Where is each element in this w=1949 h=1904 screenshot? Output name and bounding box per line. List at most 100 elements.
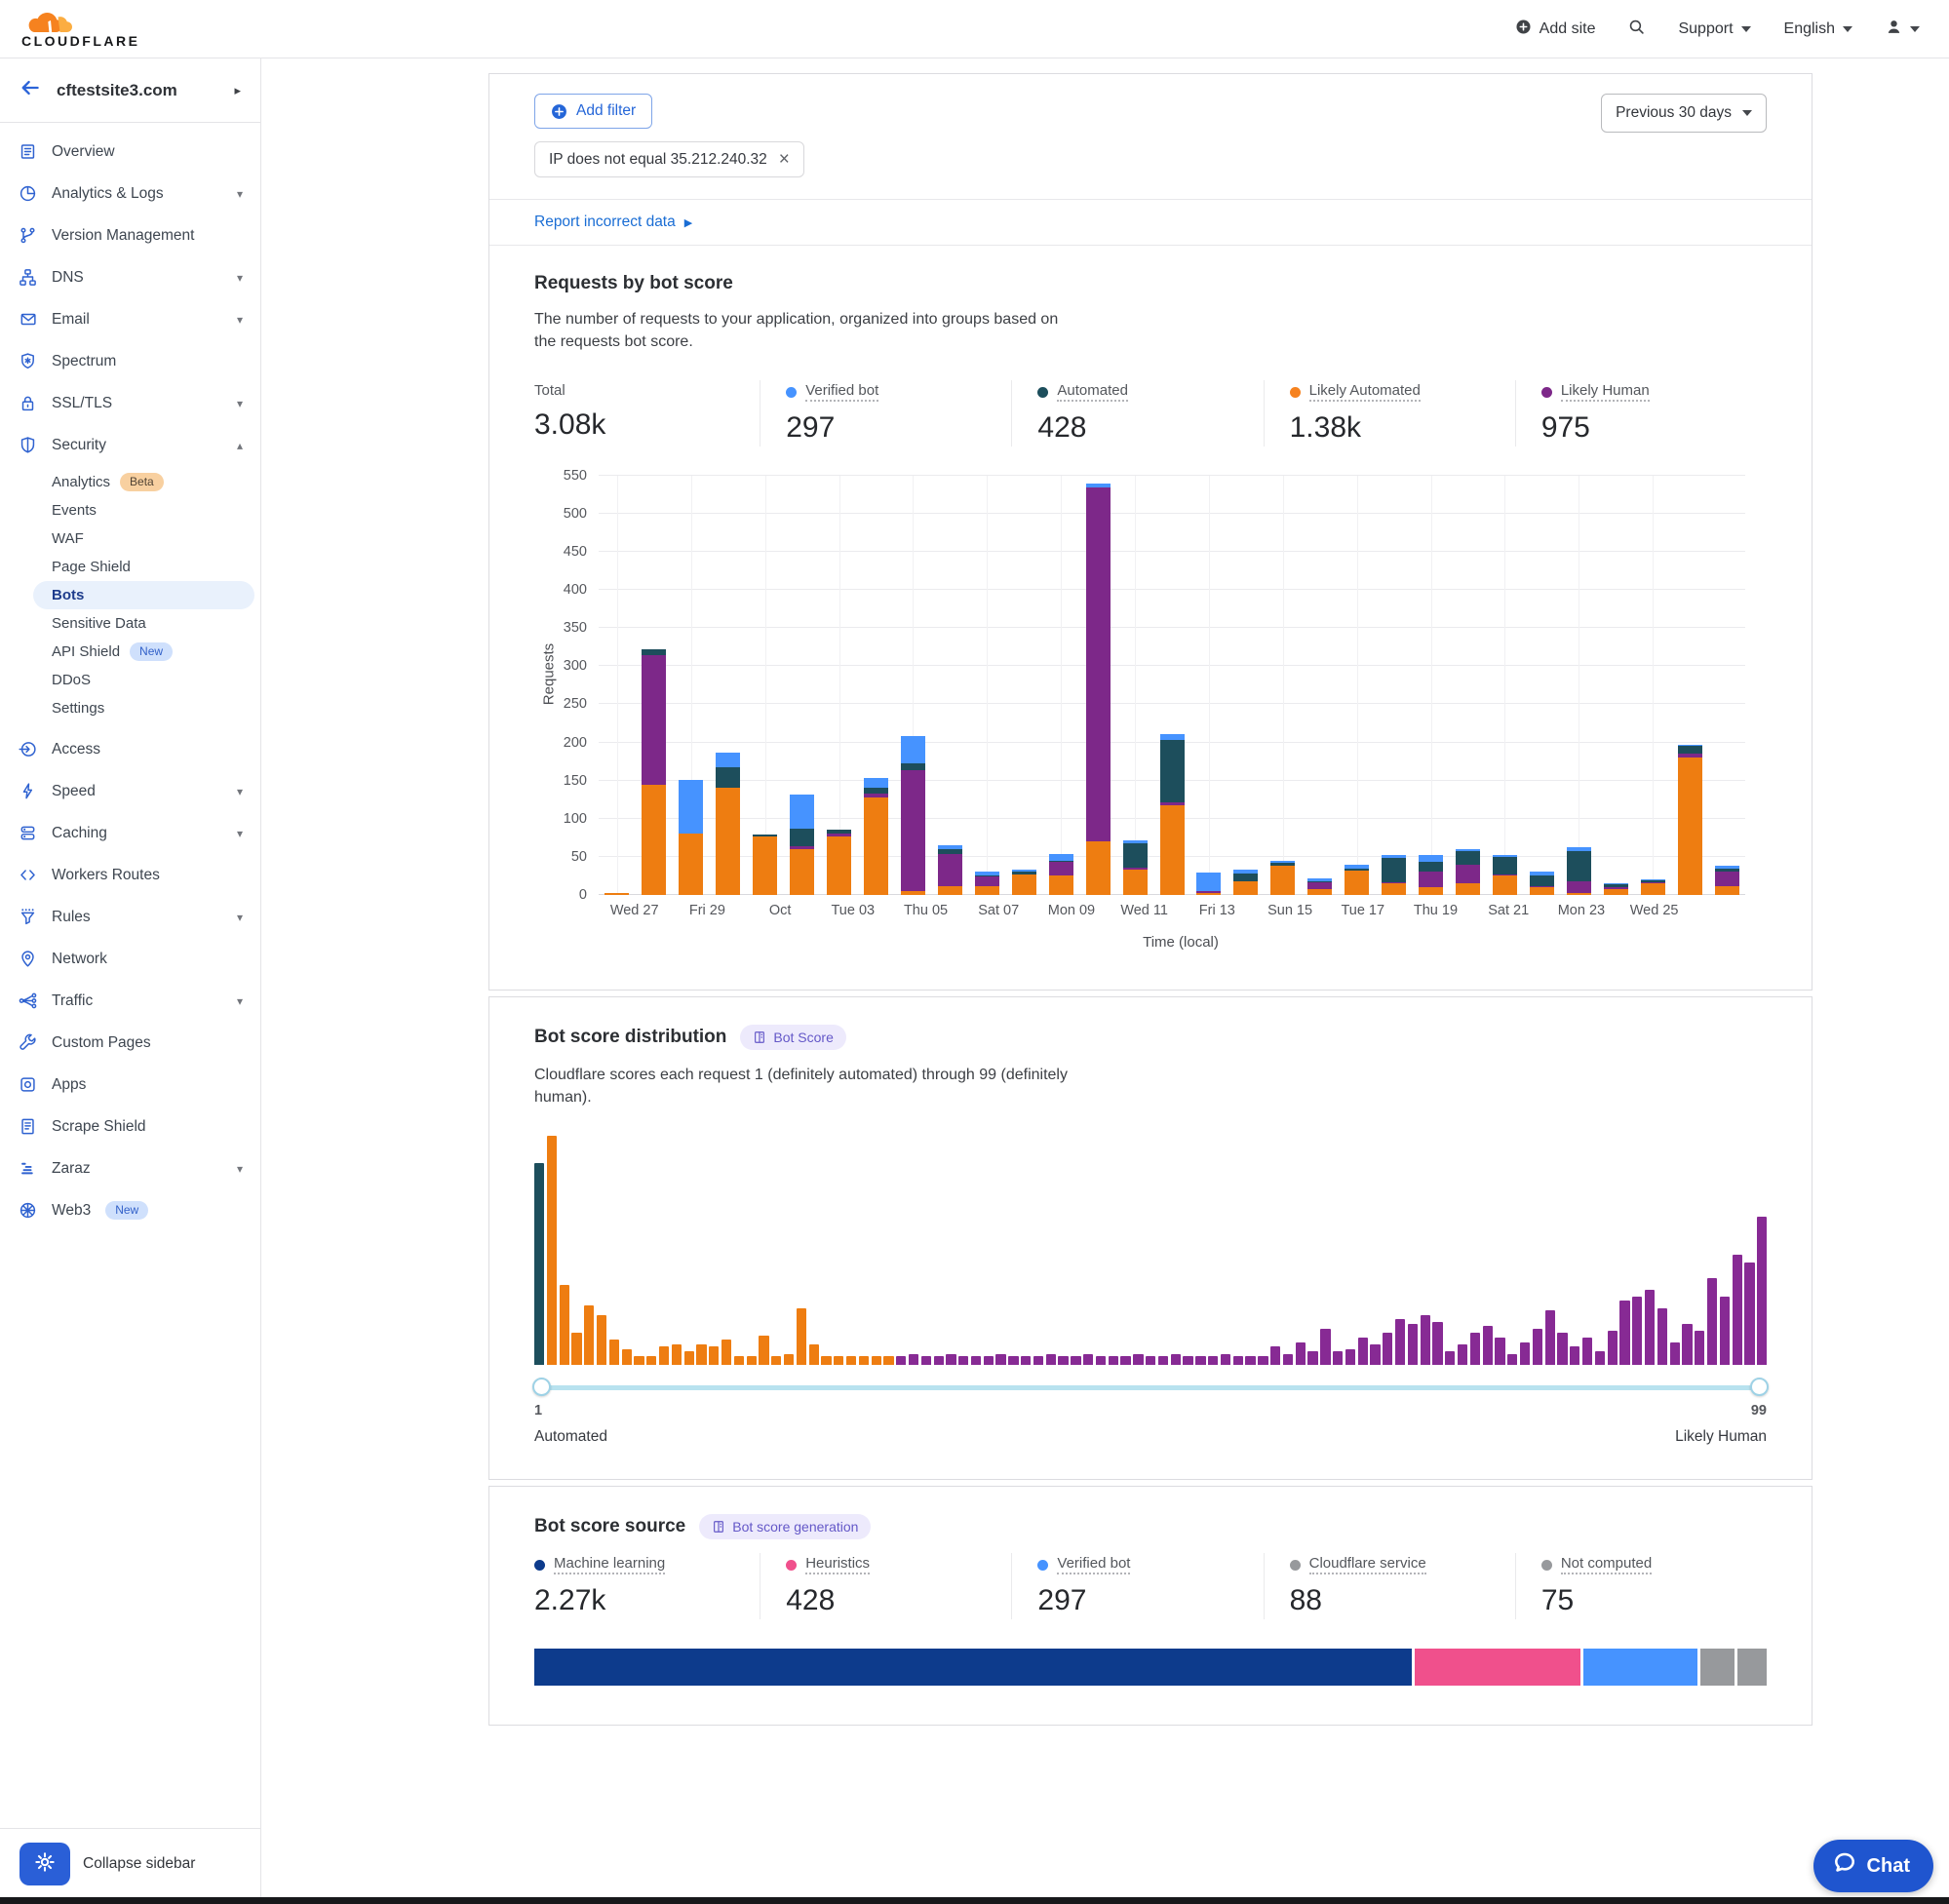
- y-tick-label: 0: [579, 887, 587, 903]
- distribution-bar: [1345, 1349, 1355, 1365]
- sidebar-item-workers-routes[interactable]: Workers Routes: [0, 854, 260, 896]
- add-site-button[interactable]: Add site: [1515, 19, 1596, 40]
- stat-label[interactable]: Verified bot: [1037, 1555, 1130, 1574]
- chart-bar: [784, 476, 821, 895]
- distribution-bar: [1632, 1297, 1642, 1366]
- slider-handle-left[interactable]: [532, 1378, 551, 1396]
- sidebar-item-label: Apps: [52, 1076, 86, 1094]
- chevron-down-icon: ▾: [237, 994, 243, 1008]
- distribution-bar: [584, 1305, 594, 1365]
- bar-segment-automated: [1419, 862, 1443, 873]
- brand-name: CLOUDFLARE: [21, 34, 139, 48]
- sidebar-item-overview[interactable]: Overview: [0, 131, 260, 173]
- sidebar-item-caching[interactable]: Caching▾: [0, 812, 260, 854]
- sidebar-item-analytics[interactable]: AnalyticsBeta: [0, 468, 260, 496]
- add-filter-button[interactable]: Add filter: [534, 94, 652, 129]
- version-icon: [18, 226, 37, 246]
- language-menu[interactable]: English: [1784, 20, 1852, 38]
- bot-score-generation-badge[interactable]: Bot score generation: [699, 1514, 871, 1539]
- sidebar-item-bots[interactable]: Bots: [33, 581, 254, 609]
- stat-label[interactable]: Heuristics: [786, 1555, 870, 1574]
- sidebar-item-zaraz[interactable]: Zaraz▾: [0, 1147, 260, 1189]
- stat-value: 428: [786, 1584, 1011, 1617]
- sidebar-nav: OverviewAnalytics & Logs▾Version Managem…: [0, 123, 260, 1828]
- sidebar-item-speed[interactable]: Speed▾: [0, 770, 260, 812]
- bot-score-badge[interactable]: Bot Score: [740, 1025, 845, 1050]
- sidebar-item-network[interactable]: Network: [0, 938, 260, 980]
- y-tick-label: 500: [564, 506, 587, 522]
- sidebar-item-scrape-shield[interactable]: Scrape Shield: [0, 1106, 260, 1147]
- sidebar-item-sensitive-data[interactable]: Sensitive Data: [0, 609, 260, 638]
- custom-pages-icon: [18, 1033, 37, 1053]
- overview-icon: [18, 142, 37, 162]
- sidebar-item-rules[interactable]: Rules▾: [0, 896, 260, 938]
- distribution-bar: [1195, 1356, 1205, 1365]
- chart-bar: [1413, 476, 1450, 895]
- bar-segment-likely-automated: [938, 886, 962, 895]
- distribution-bar: [721, 1340, 731, 1365]
- collapse-sidebar-label[interactable]: Collapse sidebar: [83, 1855, 195, 1873]
- search-icon[interactable]: [1628, 19, 1645, 40]
- report-incorrect-data-link[interactable]: Report incorrect data▶: [534, 214, 692, 231]
- remove-filter-icon[interactable]: ×: [779, 150, 790, 169]
- sidebar-item-spectrum[interactable]: Spectrum: [0, 340, 260, 382]
- stat-machine-learning: Machine learning2.27k: [534, 1553, 760, 1619]
- sidebar-item-version-management[interactable]: Version Management: [0, 214, 260, 256]
- cloudflare-logo[interactable]: CLOUDFLARE: [21, 11, 139, 48]
- sidebar-item-access[interactable]: Access: [0, 728, 260, 770]
- x-tick-label: Sat 21: [1488, 903, 1529, 918]
- sidebar-item-traffic[interactable]: Traffic▾: [0, 980, 260, 1022]
- requests-card: Add filter IP does not equal 35.212.240.…: [488, 73, 1813, 991]
- sidebar-item-web3[interactable]: Web3New: [0, 1189, 260, 1231]
- filter-chip[interactable]: IP does not equal 35.212.240.32 ×: [534, 141, 804, 177]
- bar-segment-verified-bot: [790, 795, 814, 828]
- sidebar-item-analytics-logs[interactable]: Analytics & Logs▾: [0, 173, 260, 214]
- stat-label: Total: [534, 382, 565, 400]
- stat-label[interactable]: Automated: [1037, 382, 1128, 402]
- sidebar-item-custom-pages[interactable]: Custom Pages: [0, 1022, 260, 1064]
- bar-segment-likely-automated: [1456, 883, 1480, 895]
- distribution-bar: [622, 1349, 632, 1365]
- security-icon: [18, 436, 37, 455]
- sidebar-item-email[interactable]: Email▾: [0, 298, 260, 340]
- support-menu[interactable]: Support: [1678, 20, 1750, 38]
- distribution-bar: [1458, 1344, 1467, 1365]
- y-tick-label: 400: [564, 582, 587, 598]
- stat-label[interactable]: Likely Human: [1541, 382, 1650, 402]
- chevron-right-icon[interactable]: ▸: [234, 83, 241, 98]
- sidebar-item-label: Web3: [52, 1202, 91, 1220]
- stat-label[interactable]: Verified bot: [786, 382, 878, 402]
- x-tick-label: Fri 29: [689, 903, 725, 918]
- sidebar-item-security[interactable]: Security▴: [0, 424, 260, 466]
- bar-segment-likely-automated: [1012, 874, 1036, 895]
- legend-dot: [786, 387, 797, 398]
- chat-button[interactable]: Chat: [1813, 1840, 1933, 1892]
- settings-gear-button[interactable]: [19, 1843, 70, 1885]
- stat-label[interactable]: Likely Automated: [1290, 382, 1421, 402]
- sidebar-item-apps[interactable]: Apps: [0, 1064, 260, 1106]
- slider-handle-right[interactable]: [1750, 1378, 1769, 1396]
- sidebar-item-waf[interactable]: WAF: [0, 525, 260, 553]
- chevron-down-icon: ▾: [237, 1162, 243, 1176]
- legend-dot: [1541, 1560, 1552, 1571]
- distribution-bar: [1307, 1351, 1317, 1365]
- time-range-dropdown[interactable]: Previous 30 days: [1601, 94, 1767, 133]
- sidebar-item-events[interactable]: Events: [0, 496, 260, 525]
- sidebar-item-ddos[interactable]: DDoS: [0, 666, 260, 694]
- back-arrow-icon[interactable]: [19, 77, 41, 103]
- stat-cloudflare-service: Cloudflare service88: [1264, 1553, 1515, 1619]
- sidebar-item-ssl-tls[interactable]: SSL/TLS▾: [0, 382, 260, 424]
- sidebar-item-dns[interactable]: DNS▾: [0, 256, 260, 298]
- stat-label[interactable]: Machine learning: [534, 1555, 665, 1574]
- distribution-bar: [1395, 1319, 1405, 1365]
- sidebar-item-api-shield[interactable]: API ShieldNew: [0, 638, 260, 666]
- stat-label[interactable]: Cloudflare service: [1290, 1555, 1426, 1574]
- sidebar-item-settings[interactable]: Settings: [0, 694, 260, 722]
- sidebar-item-page-shield[interactable]: Page Shield: [0, 553, 260, 581]
- account-menu[interactable]: [1886, 19, 1920, 40]
- arrow-right-icon: ▶: [684, 216, 692, 229]
- stat-automated: Automated428: [1011, 380, 1263, 447]
- distribution-bar: [1320, 1329, 1330, 1366]
- stat-value: 75: [1541, 1584, 1767, 1617]
- stat-label[interactable]: Not computed: [1541, 1555, 1652, 1574]
